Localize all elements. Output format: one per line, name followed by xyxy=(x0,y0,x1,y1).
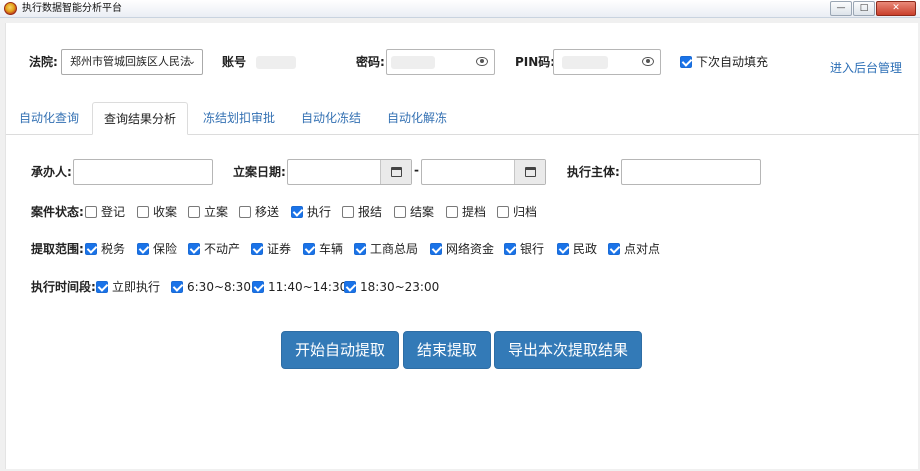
status-option-label: 立案 xyxy=(204,205,229,219)
status-checkbox-archive[interactable] xyxy=(497,206,509,218)
status-option-label: 提档 xyxy=(462,205,487,219)
account-input[interactable] xyxy=(249,49,319,75)
status-option-label: 结案 xyxy=(410,205,435,219)
scope-label: 提取范围: xyxy=(31,242,84,256)
scope-option-label: 点对点 xyxy=(624,242,661,256)
minimize-button[interactable]: — xyxy=(830,1,852,16)
scope-checkbox-vehicle[interactable] xyxy=(303,243,315,255)
scope-checkbox-securities[interactable] xyxy=(251,243,263,255)
status-option-label: 报结 xyxy=(358,205,383,219)
case-status-label: 案件状态: xyxy=(31,205,84,219)
time-checkbox-noon[interactable] xyxy=(252,281,264,293)
chevron-down-icon: ⌄ xyxy=(187,56,196,67)
status-checkbox-execute[interactable] xyxy=(291,206,303,218)
time-option-label: 立即执行 xyxy=(112,280,161,294)
start-extract-button[interactable]: 开始自动提取 xyxy=(281,331,399,369)
tab-result-analysis[interactable]: 查询结果分析 xyxy=(92,102,188,135)
stop-extract-button[interactable]: 结束提取 xyxy=(403,331,491,369)
subject-input[interactable] xyxy=(621,159,761,185)
time-checkbox-morning[interactable] xyxy=(171,281,183,293)
masked-value xyxy=(562,56,608,69)
scope-option-label: 银行 xyxy=(520,242,545,256)
eye-icon[interactable] xyxy=(642,57,654,66)
autofill-label: 下次自动填充 xyxy=(696,55,769,69)
status-option-label: 收案 xyxy=(153,205,178,219)
filing-date-start-input[interactable] xyxy=(287,159,412,185)
status-option-label: 执行 xyxy=(307,205,332,219)
scope-checkbox-business[interactable] xyxy=(354,243,366,255)
tab-freeze-approval[interactable]: 冻结划扣审批 xyxy=(196,102,282,135)
handler-label: 承办人: xyxy=(31,165,72,179)
status-checkbox-report[interactable] xyxy=(342,206,354,218)
title-bar: 执行数据智能分析平台 — □ ✕ xyxy=(0,0,920,18)
scope-option-label: 证券 xyxy=(267,242,292,256)
status-checkbox-close[interactable] xyxy=(394,206,406,218)
eye-icon[interactable] xyxy=(476,57,488,66)
status-checkbox-transfer[interactable] xyxy=(239,206,251,218)
calendar-button[interactable] xyxy=(380,160,411,184)
main-window: 法院: 郑州市管城回族区人民法 ⌄ 账号 密码: PIN码: 下次自动填充 进入… xyxy=(5,23,919,469)
scope-option-label: 保险 xyxy=(153,242,178,256)
calendar-icon xyxy=(391,167,402,177)
password-input[interactable] xyxy=(386,49,495,75)
scope-checkbox-tax[interactable] xyxy=(85,243,97,255)
time-option-label: 11:40~14:30 xyxy=(268,280,348,294)
password-label: 密码: xyxy=(356,55,385,69)
export-results-button[interactable]: 导出本次提取结果 xyxy=(494,331,642,369)
masked-value xyxy=(256,56,296,69)
account-label: 账号 xyxy=(222,55,247,69)
status-checkbox-retrieve[interactable] xyxy=(446,206,458,218)
time-period-label: 执行时间段: xyxy=(31,280,96,294)
close-button[interactable]: ✕ xyxy=(876,1,916,16)
subject-label: 执行主体: xyxy=(567,165,620,179)
filing-date-end-input[interactable] xyxy=(421,159,546,185)
status-option-label: 登记 xyxy=(101,205,126,219)
maximize-button[interactable]: □ xyxy=(853,1,875,16)
admin-link[interactable]: 进入后台管理 xyxy=(830,59,902,76)
scope-option-label: 车辆 xyxy=(319,242,344,256)
status-checkbox-receive[interactable] xyxy=(137,206,149,218)
filing-date-label: 立案日期: xyxy=(233,165,286,179)
time-checkbox-evening[interactable] xyxy=(344,281,356,293)
app-emblem-icon xyxy=(4,2,17,15)
scope-checkbox-online-funds[interactable] xyxy=(430,243,442,255)
status-option-label: 归档 xyxy=(513,205,538,219)
scope-checkbox-bank[interactable] xyxy=(504,243,516,255)
tab-auto-freeze[interactable]: 自动化冻结 xyxy=(294,102,368,135)
scope-checkbox-real-estate[interactable] xyxy=(188,243,200,255)
court-select-value: 郑州市管城回族区人民法 xyxy=(70,55,191,68)
pin-input[interactable] xyxy=(553,49,661,75)
scope-checkbox-civil-affairs[interactable] xyxy=(557,243,569,255)
calendar-icon xyxy=(525,167,536,177)
tab-auto-unfreeze[interactable]: 自动化解冻 xyxy=(380,102,454,135)
status-checkbox-file[interactable] xyxy=(188,206,200,218)
scope-checkbox-p2p[interactable] xyxy=(608,243,620,255)
date-range-separator: - xyxy=(414,163,419,177)
calendar-button[interactable] xyxy=(514,160,545,184)
pin-label: PIN码: xyxy=(515,55,556,69)
court-select[interactable]: 郑州市管城回族区人民法 ⌄ xyxy=(61,49,203,75)
scope-option-label: 工商总局 xyxy=(370,242,419,256)
window-title: 执行数据智能分析平台 xyxy=(22,3,122,14)
time-option-label: 18:30~23:00 xyxy=(360,280,440,294)
time-checkbox-now[interactable] xyxy=(96,281,108,293)
scope-option-label: 网络资金 xyxy=(446,242,495,256)
status-option-label: 移送 xyxy=(255,205,280,219)
court-label: 法院: xyxy=(29,55,58,69)
masked-value xyxy=(391,56,435,69)
scope-option-label: 民政 xyxy=(573,242,598,256)
autofill-checkbox[interactable] xyxy=(680,56,692,68)
time-option-label: 6:30~8:30 xyxy=(187,280,251,294)
tab-auto-query[interactable]: 自动化查询 xyxy=(9,102,89,135)
scope-option-label: 税务 xyxy=(101,242,126,256)
handler-input[interactable] xyxy=(73,159,213,185)
scope-option-label: 不动产 xyxy=(204,242,241,256)
scope-checkbox-insurance[interactable] xyxy=(137,243,149,255)
status-checkbox-register[interactable] xyxy=(85,206,97,218)
